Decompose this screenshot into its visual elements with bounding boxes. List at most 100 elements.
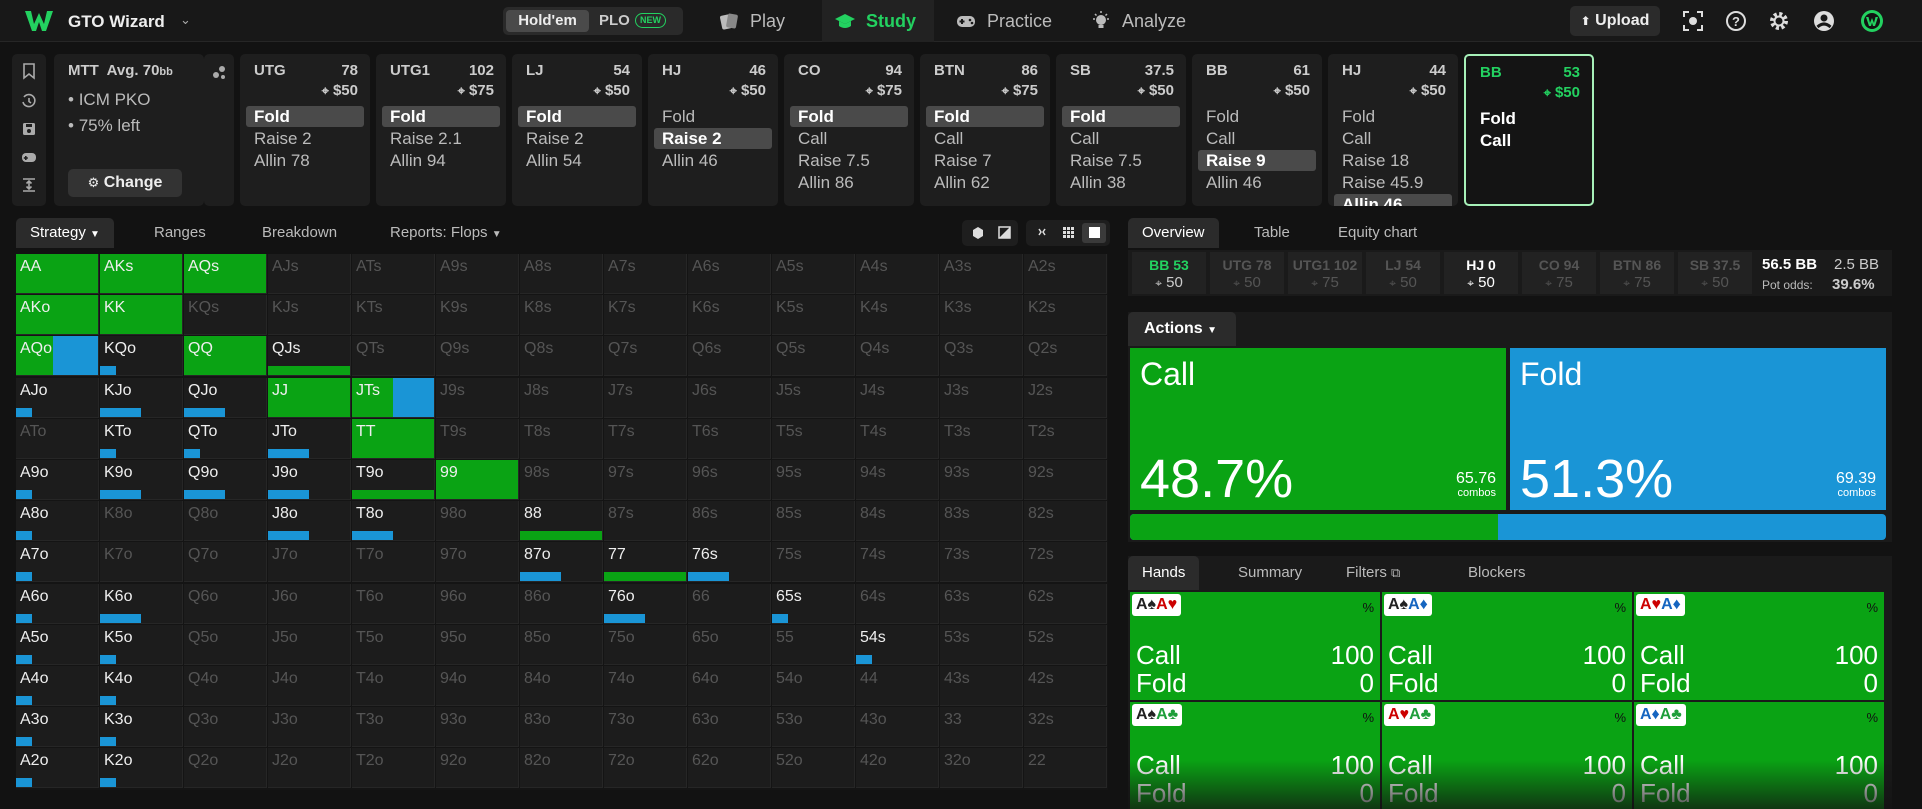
- hand-cell[interactable]: JJ: [268, 377, 351, 418]
- action-option[interactable]: Allin 94: [382, 150, 500, 171]
- hand-cell[interactable]: 97o: [436, 542, 519, 583]
- hand-cell[interactable]: Q5s: [772, 336, 855, 377]
- hand-cell[interactable]: K7s: [604, 295, 687, 336]
- plo-toggle[interactable]: PLO: [599, 10, 630, 32]
- hand-cell[interactable]: T5o: [352, 624, 435, 665]
- hand-cell[interactable]: 43o: [856, 707, 939, 748]
- hand-cell[interactable]: 82s: [1024, 501, 1107, 542]
- hand-cell[interactable]: K3s: [940, 295, 1023, 336]
- hand-cell[interactable]: KJo: [100, 377, 183, 418]
- hand-cell[interactable]: A6s: [688, 254, 771, 294]
- hand-cell[interactable]: AQs: [184, 254, 267, 294]
- hand-cell[interactable]: K9o: [100, 460, 183, 500]
- hand-cell[interactable]: KTo: [100, 418, 183, 459]
- position-card-btn[interactable]: BTN 86 ⌖ $75 Fold Call Raise 7 Allin 62: [920, 54, 1050, 206]
- hand-cell[interactable]: 74s: [856, 542, 939, 583]
- tab-hands[interactable]: Hands: [1128, 556, 1200, 590]
- hand-cell[interactable]: A2s: [1024, 254, 1107, 294]
- hand-cell[interactable]: 88: [520, 501, 603, 542]
- hand-cell[interactable]: 63o: [688, 707, 771, 748]
- hand-cell[interactable]: AKo: [16, 295, 99, 336]
- hand-cell[interactable]: AA: [16, 254, 99, 294]
- hand-cell[interactable]: T8s: [520, 418, 603, 459]
- hand-cell[interactable]: 77: [604, 542, 687, 583]
- hand-cell[interactable]: 94s: [856, 460, 939, 500]
- hand-cell[interactable]: 95s: [772, 460, 855, 500]
- hand-combo-card[interactable]: A♠A♣% Call 100 Fold 0: [1130, 702, 1380, 809]
- hand-cell[interactable]: 83o: [520, 707, 603, 748]
- position-card-sb[interactable]: SB 37.5 ⌖ $50 Fold Call Raise 7.5 Allin 38: [1056, 54, 1186, 206]
- hand-cell[interactable]: J2o: [268, 748, 351, 789]
- action-option[interactable]: Fold: [1062, 106, 1180, 127]
- hand-cell[interactable]: Q7o: [184, 542, 267, 583]
- hand-cell[interactable]: K2s: [1024, 295, 1107, 336]
- action-option[interactable]: Raise 7.5: [790, 150, 908, 171]
- cube-icon[interactable]: [966, 223, 990, 243]
- hand-cell[interactable]: 63s: [940, 583, 1023, 624]
- change-button[interactable]: ⚙ Change: [68, 169, 182, 197]
- position-card-lj[interactable]: LJ 54 ⌖ $50 Fold Raise 2 Allin 54: [512, 54, 642, 206]
- hand-cell[interactable]: Q4o: [184, 666, 267, 706]
- hand-cell[interactable]: QTo: [184, 418, 267, 459]
- hand-cell[interactable]: A4o: [16, 666, 99, 706]
- actions-dropdown[interactable]: Actions ▼: [1128, 312, 1236, 346]
- hand-cell[interactable]: 54s: [856, 624, 939, 665]
- hand-cell[interactable]: QJo: [184, 377, 267, 418]
- hand-cell[interactable]: K3o: [100, 707, 183, 748]
- hand-cell[interactable]: Q5o: [184, 624, 267, 665]
- hand-cell[interactable]: A5o: [16, 624, 99, 665]
- action-option[interactable]: Raise 2: [518, 128, 636, 149]
- hand-cell[interactable]: 62s: [1024, 583, 1107, 624]
- hand-cell[interactable]: K4s: [856, 295, 939, 336]
- hand-cell[interactable]: 93s: [940, 460, 1023, 500]
- tab-table[interactable]: Table: [1240, 218, 1304, 248]
- action-option[interactable]: Allin 46: [1198, 172, 1316, 193]
- hand-cell[interactable]: 75s: [772, 542, 855, 583]
- hand-cell[interactable]: 99: [436, 460, 519, 500]
- hand-cell[interactable]: Q6o: [184, 583, 267, 624]
- action-option[interactable]: Fold: [1472, 108, 1590, 129]
- action-option[interactable]: Fold: [246, 106, 364, 127]
- hand-cell[interactable]: 98s: [520, 460, 603, 500]
- hand-cell[interactable]: T6o: [352, 583, 435, 624]
- action-option[interactable]: Allin 86: [790, 172, 908, 193]
- action-option[interactable]: Allin 62: [926, 172, 1044, 193]
- hand-cell[interactable]: KQs: [184, 295, 267, 336]
- tree-nodes-icon[interactable]: [210, 64, 228, 82]
- position-card-utg[interactable]: UTG 78 ⌖ $50 Fold Raise 2 Allin 78: [240, 54, 370, 206]
- action-summary-fold[interactable]: Fold 51.3% 69.39 combos: [1510, 348, 1886, 510]
- hand-cell[interactable]: 53o: [772, 707, 855, 748]
- hand-cell[interactable]: K9s: [436, 295, 519, 336]
- screenshot-icon[interactable]: [1682, 10, 1704, 32]
- tab-overview[interactable]: Overview: [1128, 218, 1219, 248]
- gto-wizard-logo[interactable]: [24, 9, 54, 33]
- hand-cell[interactable]: T9o: [352, 460, 435, 500]
- hand-cell[interactable]: 92s: [1024, 460, 1107, 500]
- hand-cell[interactable]: T8o: [352, 501, 435, 542]
- hand-cell[interactable]: 65o: [688, 624, 771, 665]
- action-option[interactable]: Allin 78: [246, 150, 364, 171]
- hand-cell[interactable]: K8s: [520, 295, 603, 336]
- hand-cell[interactable]: AJo: [16, 377, 99, 418]
- hand-cell[interactable]: KTs: [352, 295, 435, 336]
- action-option[interactable]: Raise 2: [654, 128, 772, 149]
- hand-cell[interactable]: KQo: [100, 336, 183, 377]
- wizard-badge-icon[interactable]: [1860, 9, 1884, 33]
- hand-cell[interactable]: K5s: [772, 295, 855, 336]
- tab-breakdown[interactable]: Breakdown: [248, 218, 351, 248]
- hand-cell[interactable]: 43s: [940, 666, 1023, 706]
- hand-cell[interactable]: J8s: [520, 377, 603, 418]
- hand-cell[interactable]: Q9s: [436, 336, 519, 377]
- action-option[interactable]: Raise 45.9: [1334, 172, 1452, 193]
- position-card-bb[interactable]: BB 53 ⌖ $50 Fold Call: [1464, 54, 1594, 206]
- action-option[interactable]: Fold: [926, 106, 1044, 127]
- hand-cell[interactable]: A5s: [772, 254, 855, 294]
- tab-summary[interactable]: Summary: [1224, 556, 1316, 590]
- action-option[interactable]: Call: [1334, 128, 1452, 149]
- hand-cell[interactable]: J4o: [268, 666, 351, 706]
- hand-cell[interactable]: Q3o: [184, 707, 267, 748]
- action-summary-call[interactable]: Call 48.7% 65.76 combos: [1130, 348, 1506, 510]
- hand-cell[interactable]: 53s: [940, 624, 1023, 665]
- hand-cell[interactable]: A3o: [16, 707, 99, 748]
- hand-cell[interactable]: K2o: [100, 748, 183, 789]
